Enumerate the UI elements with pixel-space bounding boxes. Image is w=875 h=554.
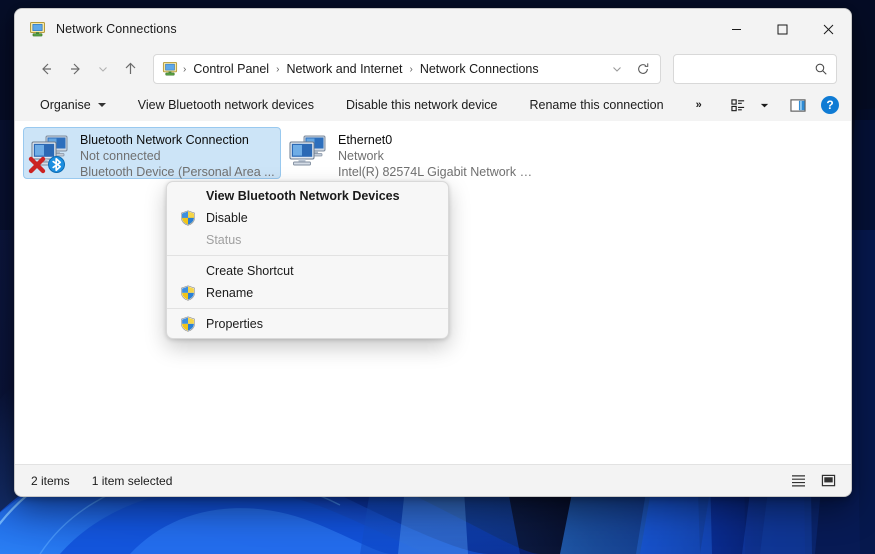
menu-item-view-bluetooth-network-devices[interactable]: View Bluetooth Network Devices <box>167 185 448 207</box>
breadcrumb-item-network-connections[interactable]: Network Connections <box>415 59 544 79</box>
search-icon[interactable] <box>814 62 828 76</box>
menu-item-label: Status <box>206 233 242 247</box>
menu-item-label: Disable <box>206 211 248 225</box>
bluetooth-adapter-icon <box>28 130 72 174</box>
forward-button[interactable] <box>61 55 91 83</box>
menu-separator <box>167 308 448 309</box>
organise-button[interactable]: Organise <box>31 94 115 116</box>
network-connections-icon <box>29 21 46 38</box>
list-item-text: Bluetooth Network Connection Not connect… <box>80 130 275 180</box>
window-title: Network Connections <box>56 22 177 36</box>
status-bar: 2 items 1 item selected <box>15 464 851 496</box>
preview-pane-icon[interactable] <box>783 92 813 118</box>
menu-item-label: Rename <box>206 286 254 300</box>
toolbar-overflow-button[interactable]: » <box>687 95 711 115</box>
details-view-icon[interactable] <box>785 469 811 493</box>
title-bar[interactable]: Network Connections <box>15 9 851 49</box>
list-item[interactable]: Bluetooth Network Connection Not connect… <box>23 127 281 179</box>
list-item-device: Bluetooth Device (Personal Area ... <box>80 165 275 179</box>
uac-shield-icon <box>179 284 197 302</box>
address-bar-row: › Control Panel › Network and Internet ›… <box>15 49 851 89</box>
breadcrumb-network-icon <box>162 61 178 77</box>
up-button[interactable] <box>115 55 145 83</box>
toolbar-right-group: ? <box>723 89 839 121</box>
menu-item-label: Properties <box>206 317 263 331</box>
close-button[interactable] <box>805 9 851 49</box>
list-item-status: Network <box>338 149 384 163</box>
view-options-chevron-down-icon[interactable] <box>755 92 773 118</box>
minimize-button[interactable] <box>713 9 759 49</box>
command-toolbar: Organise View Bluetooth network devices … <box>15 89 851 121</box>
breadcrumb-separator: › <box>183 63 187 75</box>
list-item-status: Not connected <box>80 149 161 163</box>
menu-item-rename[interactable]: Rename <box>167 282 448 304</box>
chevron-down-icon <box>97 103 106 107</box>
menu-item-label: Create Shortcut <box>206 264 294 278</box>
breadcrumb-item-control-panel[interactable]: Control Panel <box>188 59 274 79</box>
uac-shield-icon <box>179 315 197 333</box>
breadcrumb-separator: › <box>276 63 280 75</box>
refresh-icon[interactable] <box>630 56 656 82</box>
large-icons-view-icon[interactable] <box>815 469 841 493</box>
menu-item-status: Status <box>167 229 448 251</box>
ethernet-adapter-icon <box>286 130 330 174</box>
breadcrumb-separator: › <box>409 63 413 75</box>
view-layout-icon[interactable] <box>723 92 753 118</box>
help-button[interactable]: ? <box>821 96 839 114</box>
list-item[interactable]: Ethernet0 Network Intel(R) 82574L Gigabi… <box>281 127 539 179</box>
menu-item-icon-placeholder <box>179 231 197 249</box>
search-box[interactable] <box>673 54 837 84</box>
chevron-down-icon[interactable] <box>604 56 630 82</box>
context-menu[interactable]: View Bluetooth Network Devices Disable S… <box>166 181 449 339</box>
menu-item-label: View Bluetooth Network Devices <box>206 189 400 203</box>
disable-this-network-device-button[interactable]: Disable this network device <box>337 94 506 116</box>
status-view-buttons <box>785 469 841 493</box>
list-item-text: Ethernet0 Network Intel(R) 82574L Gigabi… <box>338 130 534 180</box>
status-item-count: 2 items <box>31 473 70 488</box>
breadcrumb-item-network-and-internet[interactable]: Network and Internet <box>281 59 407 79</box>
title-bar-left: Network Connections <box>15 21 177 38</box>
uac-shield-icon <box>179 209 197 227</box>
rename-this-connection-button[interactable]: Rename this connection <box>520 94 672 116</box>
menu-item-icon-placeholder <box>179 262 197 280</box>
breadcrumb[interactable]: › Control Panel › Network and Internet ›… <box>153 54 661 84</box>
menu-item-properties[interactable]: Properties <box>167 313 448 335</box>
list-item-name: Ethernet0 <box>338 133 393 147</box>
list-item-name: Bluetooth Network Connection <box>80 133 249 147</box>
maximize-button[interactable] <box>759 9 805 49</box>
menu-separator <box>167 255 448 256</box>
recent-locations-button[interactable] <box>91 55 115 83</box>
status-selection-count: 1 item selected <box>91 473 173 488</box>
organise-label: Organise <box>40 98 91 112</box>
window-controls <box>713 9 851 49</box>
explorer-window: Network Connections › Control Panel › Ne… <box>14 8 852 497</box>
back-button[interactable] <box>31 55 61 83</box>
list-item-device: Intel(R) 82574L Gigabit Network C... <box>338 165 534 179</box>
menu-item-create-shortcut[interactable]: Create Shortcut <box>167 260 448 282</box>
menu-item-icon-placeholder <box>179 187 197 205</box>
menu-item-disable[interactable]: Disable <box>167 207 448 229</box>
search-input[interactable] <box>682 61 814 77</box>
item-grid: Bluetooth Network Connection Not connect… <box>15 121 851 185</box>
view-bluetooth-network-devices-button[interactable]: View Bluetooth network devices <box>129 94 323 116</box>
